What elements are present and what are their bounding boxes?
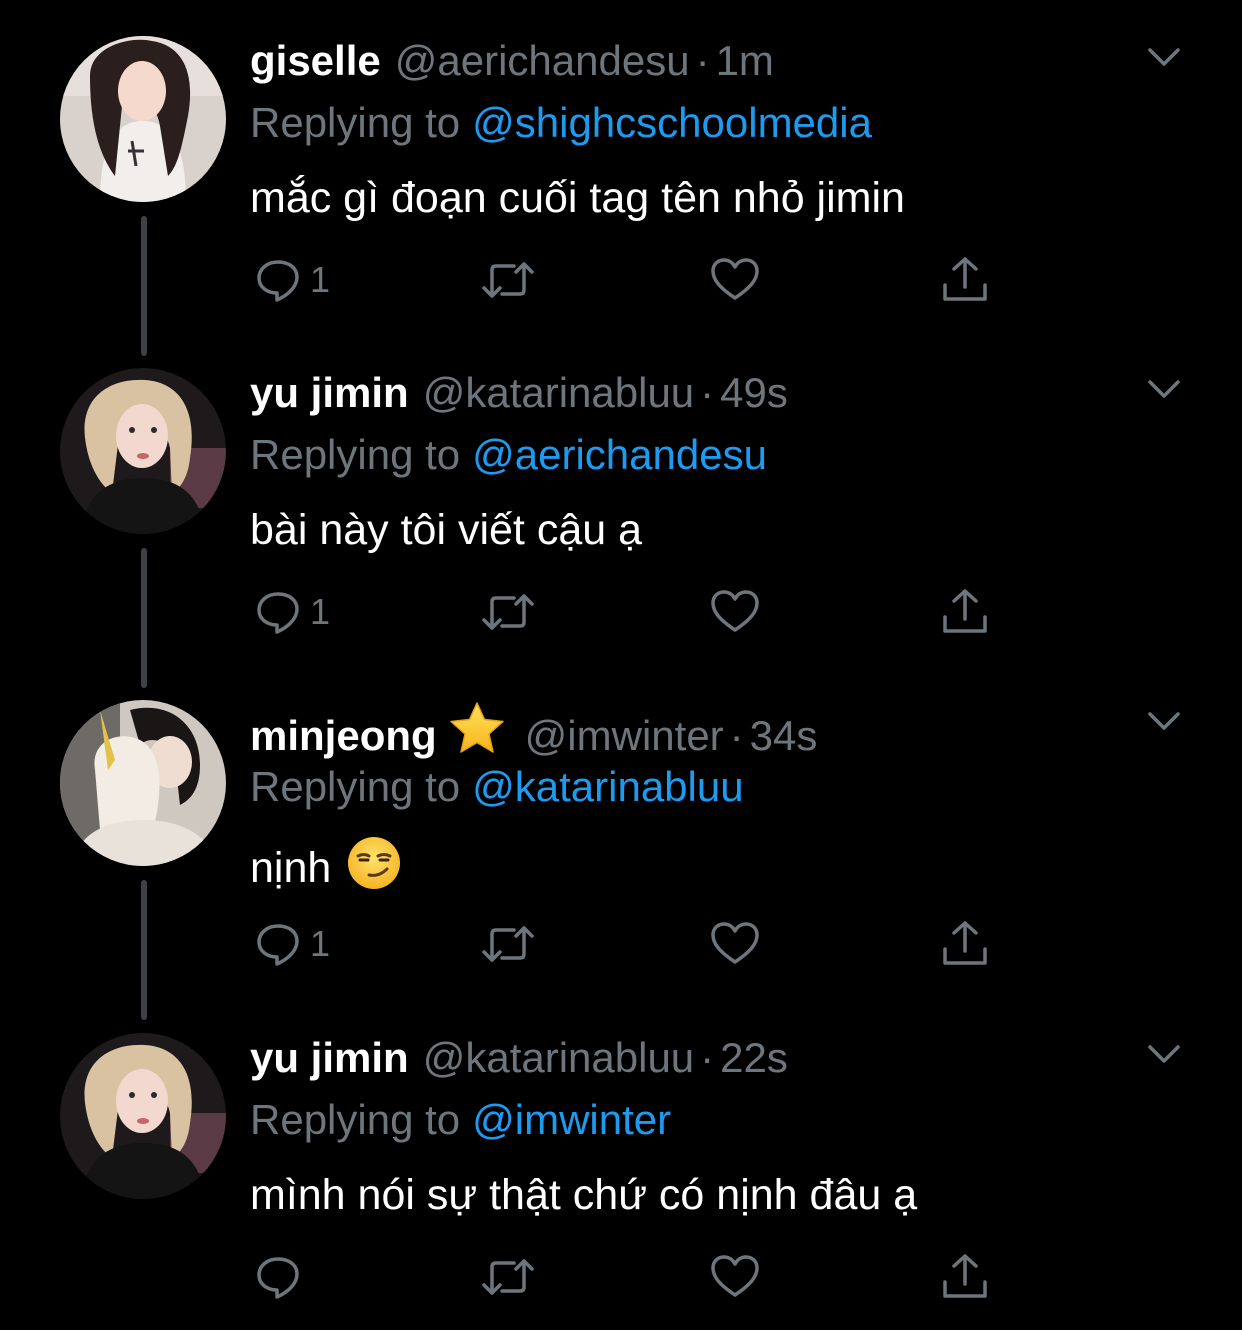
retweet-icon (482, 1259, 534, 1295)
tweet-header: minjeong @imwinter · 34s (250, 700, 817, 759)
smirk-emoji-icon (348, 837, 401, 889)
retweet-button[interactable] (480, 587, 536, 637)
reply-thread: giselle @aerichandesu · 1m Replying to @shig… (0, 0, 1242, 1330)
share-icon (943, 1254, 987, 1298)
separator-dot: · (729, 712, 744, 759)
retweet-icon (482, 262, 534, 298)
tweet-3[interactable]: minjeong @imwinter · 34s Replying to @katari… (0, 664, 1242, 1020)
reply-bubble-icon (257, 260, 299, 302)
replying-to-handle[interactable]: @aerichandesu (472, 431, 767, 478)
reply-button[interactable] (254, 1252, 310, 1302)
tweet-header: giselle @aerichandesu · 1m (250, 36, 774, 86)
retweet-button[interactable] (480, 1252, 536, 1302)
replying-to-label: Replying to (250, 99, 461, 146)
chevron-down-icon[interactable] (1146, 710, 1182, 734)
heart-icon (711, 1255, 759, 1297)
like-button[interactable] (710, 255, 760, 305)
reply-count: 1 (310, 591, 331, 632)
share-icon (943, 589, 987, 633)
share-button[interactable] (940, 1252, 990, 1302)
user-handle[interactable]: @aerichandesu (395, 37, 690, 84)
giselle-avatar-icon (60, 36, 226, 202)
tweet-2[interactable]: yu jimin @katarinabluu · 49s Replying to @ae… (0, 332, 1242, 688)
timestamp[interactable]: 34s (750, 712, 818, 759)
chevron-down-icon[interactable] (1146, 1043, 1182, 1067)
reply-bubble-icon (257, 592, 299, 634)
like-button[interactable] (710, 1252, 760, 1302)
heart-icon (711, 922, 759, 964)
replying-to-label: Replying to (250, 1096, 461, 1143)
retweet-button[interactable] (480, 255, 536, 305)
tweet-1[interactable]: giselle @aerichandesu · 1m Replying to @shig… (0, 0, 1242, 356)
separator-dot: · (700, 369, 715, 416)
share-button[interactable] (940, 919, 990, 969)
reply-bubble-icon (257, 1257, 299, 1299)
display-name[interactable]: minjeong (250, 712, 437, 759)
display-name[interactable]: yu jimin (250, 1034, 409, 1081)
replying-to-handle[interactable]: @imwinter (472, 1096, 671, 1143)
minjeong-avatar-icon (60, 700, 226, 866)
separator-dot: · (695, 37, 710, 84)
share-icon (943, 921, 987, 965)
share-button[interactable] (940, 587, 990, 637)
reply-button[interactable]: 1 (254, 587, 330, 637)
replying-to-handle[interactable]: @shighcschoolmedia (472, 99, 872, 146)
replying-to-label: Replying to (250, 763, 461, 810)
chevron-down-icon[interactable] (1146, 378, 1182, 402)
heart-icon (711, 258, 759, 300)
tweet-header: yu jimin @katarinabluu · 49s (250, 368, 788, 418)
replying-to: Replying to @katarinabluu (250, 762, 744, 812)
replying-to-handle[interactable]: @katarinabluu (472, 763, 743, 810)
timestamp[interactable]: 49s (720, 369, 788, 416)
display-name[interactable]: giselle (250, 37, 381, 84)
tweet-text: mình nói sự thật chứ có nịnh đâu ạ (250, 1171, 918, 1219)
reply-button[interactable]: 1 (254, 255, 330, 305)
tweet-text: bài này tôi viết cậu ạ (250, 506, 643, 554)
retweet-icon (482, 926, 534, 962)
retweet-icon (482, 594, 534, 630)
replying-to-label: Replying to (250, 431, 461, 478)
like-button[interactable] (710, 919, 760, 969)
reply-button[interactable]: 1 (254, 919, 330, 969)
reply-count: 1 (310, 923, 331, 964)
star-icon (449, 702, 504, 753)
avatar[interactable] (60, 368, 226, 534)
tweet-text: nịnh (250, 844, 332, 892)
tweet-header: yu jimin @katarinabluu · 22s (250, 1033, 788, 1083)
avatar[interactable] (60, 1033, 226, 1199)
reply-bubble-icon (257, 924, 299, 966)
share-button[interactable] (940, 255, 990, 305)
replying-to: Replying to @shighcschoolmedia (250, 98, 872, 148)
display-name[interactable]: yu jimin (250, 369, 409, 416)
timestamp[interactable]: 22s (720, 1034, 788, 1081)
user-handle[interactable]: @katarinabluu (423, 369, 694, 416)
user-handle[interactable]: @katarinabluu (423, 1034, 694, 1081)
like-button[interactable] (710, 587, 760, 637)
avatar[interactable] (60, 36, 226, 202)
separator-dot: · (700, 1034, 715, 1081)
replying-to: Replying to @aerichandesu (250, 430, 767, 480)
retweet-button[interactable] (480, 919, 536, 969)
user-handle[interactable]: @imwinter (525, 712, 724, 759)
tweet-text-container: nịnh (250, 834, 403, 896)
reply-count: 1 (310, 259, 331, 300)
timestamp[interactable]: 1m (716, 37, 774, 84)
tweet-text: mắc gì đoạn cuối tag tên nhỏ jimin (250, 174, 905, 222)
yujimin-avatar-icon (60, 1033, 226, 1199)
heart-icon (711, 590, 759, 632)
tweet-4[interactable]: yu jimin @katarinabluu · 22s Replying to @im… (0, 997, 1242, 1330)
chevron-down-icon[interactable] (1146, 46, 1182, 70)
avatar[interactable] (60, 700, 226, 866)
share-icon (943, 257, 987, 301)
replying-to: Replying to @imwinter (250, 1095, 671, 1145)
yujimin-avatar-icon (60, 368, 226, 534)
